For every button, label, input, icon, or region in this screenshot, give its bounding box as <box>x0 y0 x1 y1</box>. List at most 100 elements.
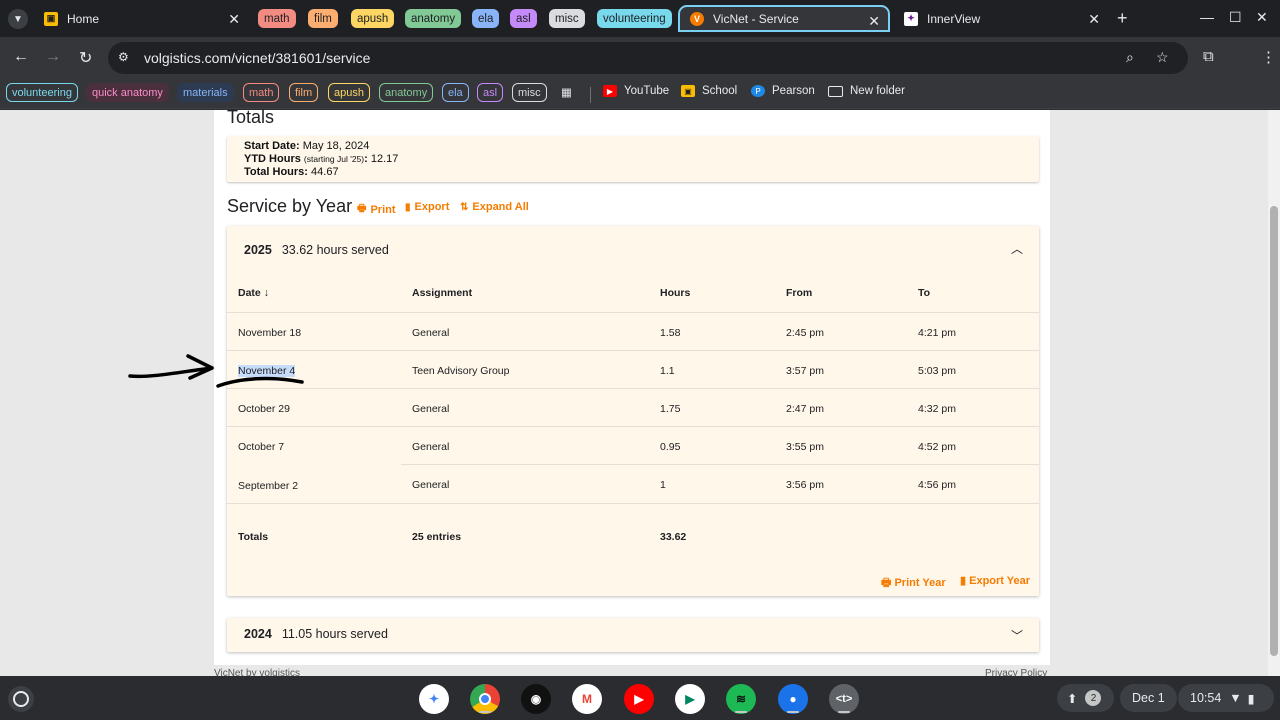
bookmark-chip-materials[interactable]: materials <box>177 83 234 102</box>
cell-date: October 7 <box>238 441 285 453</box>
export-year-button[interactable]: ▮ Export Year <box>960 574 1030 587</box>
chevron-down-icon[interactable]: ﹀ <box>1011 627 1023 644</box>
cell-to: 4:52 pm <box>918 441 956 453</box>
bookmark-chip-quick-anatomy[interactable]: quick anatomy <box>86 83 169 102</box>
year-header-2024[interactable]: 2024 11.05 hours served <box>244 627 388 641</box>
bookmark-new-folder[interactable]: New folder <box>828 85 905 97</box>
new-tab-plus-icon[interactable]: + <box>1117 8 1128 29</box>
privacy-policy-link[interactable]: Privacy Policy <box>985 668 1047 676</box>
year-label: 2025 <box>244 243 272 257</box>
reload-icon[interactable]: ↻ <box>79 48 92 68</box>
close-window-icon[interactable]: ✕ <box>1256 9 1268 26</box>
maximize-icon[interactable]: ☐ <box>1229 9 1242 26</box>
launcher-icon[interactable] <box>8 686 34 712</box>
youtube-app-icon[interactable]: ▶ <box>624 684 654 714</box>
bookmark-chip-asl[interactable]: asl <box>477 83 504 102</box>
cell-assignment: General <box>412 327 450 339</box>
bookmark-chip-volunteering[interactable]: volunteering <box>6 83 78 102</box>
gemini-app-icon[interactable]: ✦ <box>419 684 449 714</box>
year-header-2025[interactable]: 2025 33.62 hours served <box>244 243 389 257</box>
printer-icon: 🖶 <box>357 203 367 214</box>
address-bar[interactable]: ⚙ volgistics.com/vicnet/381601/service ⌕… <box>108 42 1188 74</box>
bookmark-school[interactable]: ▣ School <box>681 85 737 97</box>
cell-from: 2:47 pm <box>786 403 824 415</box>
notifications-pill[interactable]: ⬆ 2 <box>1057 684 1114 712</box>
bookmark-chip-ela[interactable]: ela <box>442 83 469 102</box>
chrome-app-icon[interactable] <box>470 684 500 714</box>
tab-innerview[interactable]: ✦ InnerView ✕ <box>894 5 1108 32</box>
bookmark-chip-math[interactable]: math <box>243 83 280 102</box>
tab-group-misc[interactable]: misc <box>549 9 585 28</box>
total-hours-label: Total Hours: <box>244 166 308 178</box>
year-label: 2024 <box>244 627 272 641</box>
close-icon[interactable]: ✕ <box>868 13 880 30</box>
site-info-icon[interactable]: ⚙ <box>118 50 129 64</box>
print-label: Print <box>370 203 396 216</box>
text-editor-app-icon[interactable]: <t> <box>829 684 859 714</box>
more-menu-icon[interactable]: ⋮ <box>1261 48 1276 66</box>
cell-to: 4:32 pm <box>918 403 956 415</box>
print-button[interactable]: 🖶 Print <box>357 201 396 218</box>
close-icon[interactable]: ✕ <box>228 11 240 28</box>
home-favicon-icon: ▣ <box>44 11 58 26</box>
bookmark-chip-misc[interactable]: misc <box>512 83 547 102</box>
column-header-date-label: Date <box>238 287 261 299</box>
column-header-to: To <box>918 287 931 299</box>
column-header-date[interactable]: Date ↓ <box>238 287 269 299</box>
play-store-app-icon[interactable]: ▶ <box>675 684 705 714</box>
tab-home[interactable]: ▣ Home ✕ <box>34 5 248 32</box>
cell-hours: 1.75 <box>660 403 681 415</box>
audible-app-icon[interactable]: ◉ <box>521 684 551 714</box>
table-row[interactable]: November 18 General 1.58 2:45 pm 4:21 pm <box>227 313 1039 351</box>
print-year-button[interactable]: 🖶 Print Year <box>881 574 946 593</box>
bookmark-chip-anatomy[interactable]: anatomy <box>379 83 434 102</box>
table-row[interactable]: October 7 General 0.95 3:55 pm 4:52 pm <box>227 427 1039 465</box>
expand-all-button[interactable]: ⇅ Expand All <box>460 201 529 213</box>
page-scrollbar[interactable] <box>1268 110 1280 676</box>
chevron-up-icon[interactable]: ︿ <box>1011 240 1023 257</box>
bookmarks-separator <box>590 87 591 103</box>
extensions-puzzle-icon[interactable]: ⧉ <box>1203 48 1214 65</box>
cell-hours: 0.95 <box>660 441 681 453</box>
export-button[interactable]: ▮ Export <box>405 201 449 213</box>
tab-group-asl[interactable]: asl <box>510 9 537 28</box>
zoom-search-icon[interactable]: ⌕ <box>1126 49 1134 66</box>
tab-group-apush[interactable]: apush <box>351 9 395 28</box>
minimize-icon[interactable]: — <box>1200 9 1214 25</box>
cell-assignment: General <box>412 441 450 453</box>
apps-grid-icon[interactable]: ▦ <box>561 85 572 99</box>
tab-group-math[interactable]: math <box>258 9 296 28</box>
cell-hours: 1.58 <box>660 327 681 339</box>
bookmark-pearson[interactable]: P Pearson <box>751 85 815 97</box>
date-pill[interactable]: Dec 1 <box>1120 684 1177 712</box>
table-header-row: Date ↓ Assignment Hours From To <box>227 274 1039 313</box>
tab-group-ela[interactable]: ela <box>472 9 500 28</box>
cell-date: November 4 <box>238 365 296 377</box>
bookmark-youtube[interactable]: ▶ YouTube <box>603 85 669 97</box>
table-row[interactable]: September 2 General 1 3:56 pm 4:56 pm <box>227 465 1039 504</box>
ytd-colon: : <box>364 153 368 165</box>
pearson-icon: P <box>751 85 765 97</box>
start-date-line: Start Date: May 18, 2024 <box>244 140 1039 153</box>
forward-arrow-icon[interactable]: → <box>45 48 61 66</box>
messages-app-icon[interactable]: ● <box>778 684 808 714</box>
scrollbar-thumb[interactable] <box>1270 206 1278 656</box>
close-icon[interactable]: ✕ <box>1088 11 1100 28</box>
gmail-app-icon[interactable]: M <box>572 684 602 714</box>
bookmark-star-icon[interactable]: ☆ <box>1156 49 1169 66</box>
tab-group-anatomy[interactable]: anatomy <box>405 9 462 28</box>
spotify-app-icon[interactable]: ≋ <box>726 684 756 714</box>
tab-search-button[interactable]: ▼ <box>8 9 28 29</box>
table-row[interactable]: October 29 General 1.75 2:47 pm 4:32 pm <box>227 389 1039 427</box>
system-tray[interactable]: 10:54 ▼ ▮ <box>1178 684 1274 712</box>
tab-group-film[interactable]: film <box>308 9 338 28</box>
table-row[interactable]: November 4 Teen Advisory Group 1.1 3:57 … <box>227 351 1039 389</box>
bookmark-chip-film[interactable]: film <box>289 83 319 102</box>
tab-group-volunteering[interactable]: volunteering <box>597 9 672 28</box>
footer-brand[interactable]: VicNet by volgistics <box>214 668 300 676</box>
bookmark-chip-apush[interactable]: apush <box>328 83 370 102</box>
year-panel-2024[interactable]: 2024 11.05 hours served ﹀ <box>227 618 1039 652</box>
tab-vicnet-service[interactable]: V VicNet - Service ✕ <box>678 5 890 32</box>
back-arrow-icon[interactable]: ← <box>13 48 29 66</box>
url-text[interactable]: volgistics.com/vicnet/381601/service <box>144 50 370 66</box>
